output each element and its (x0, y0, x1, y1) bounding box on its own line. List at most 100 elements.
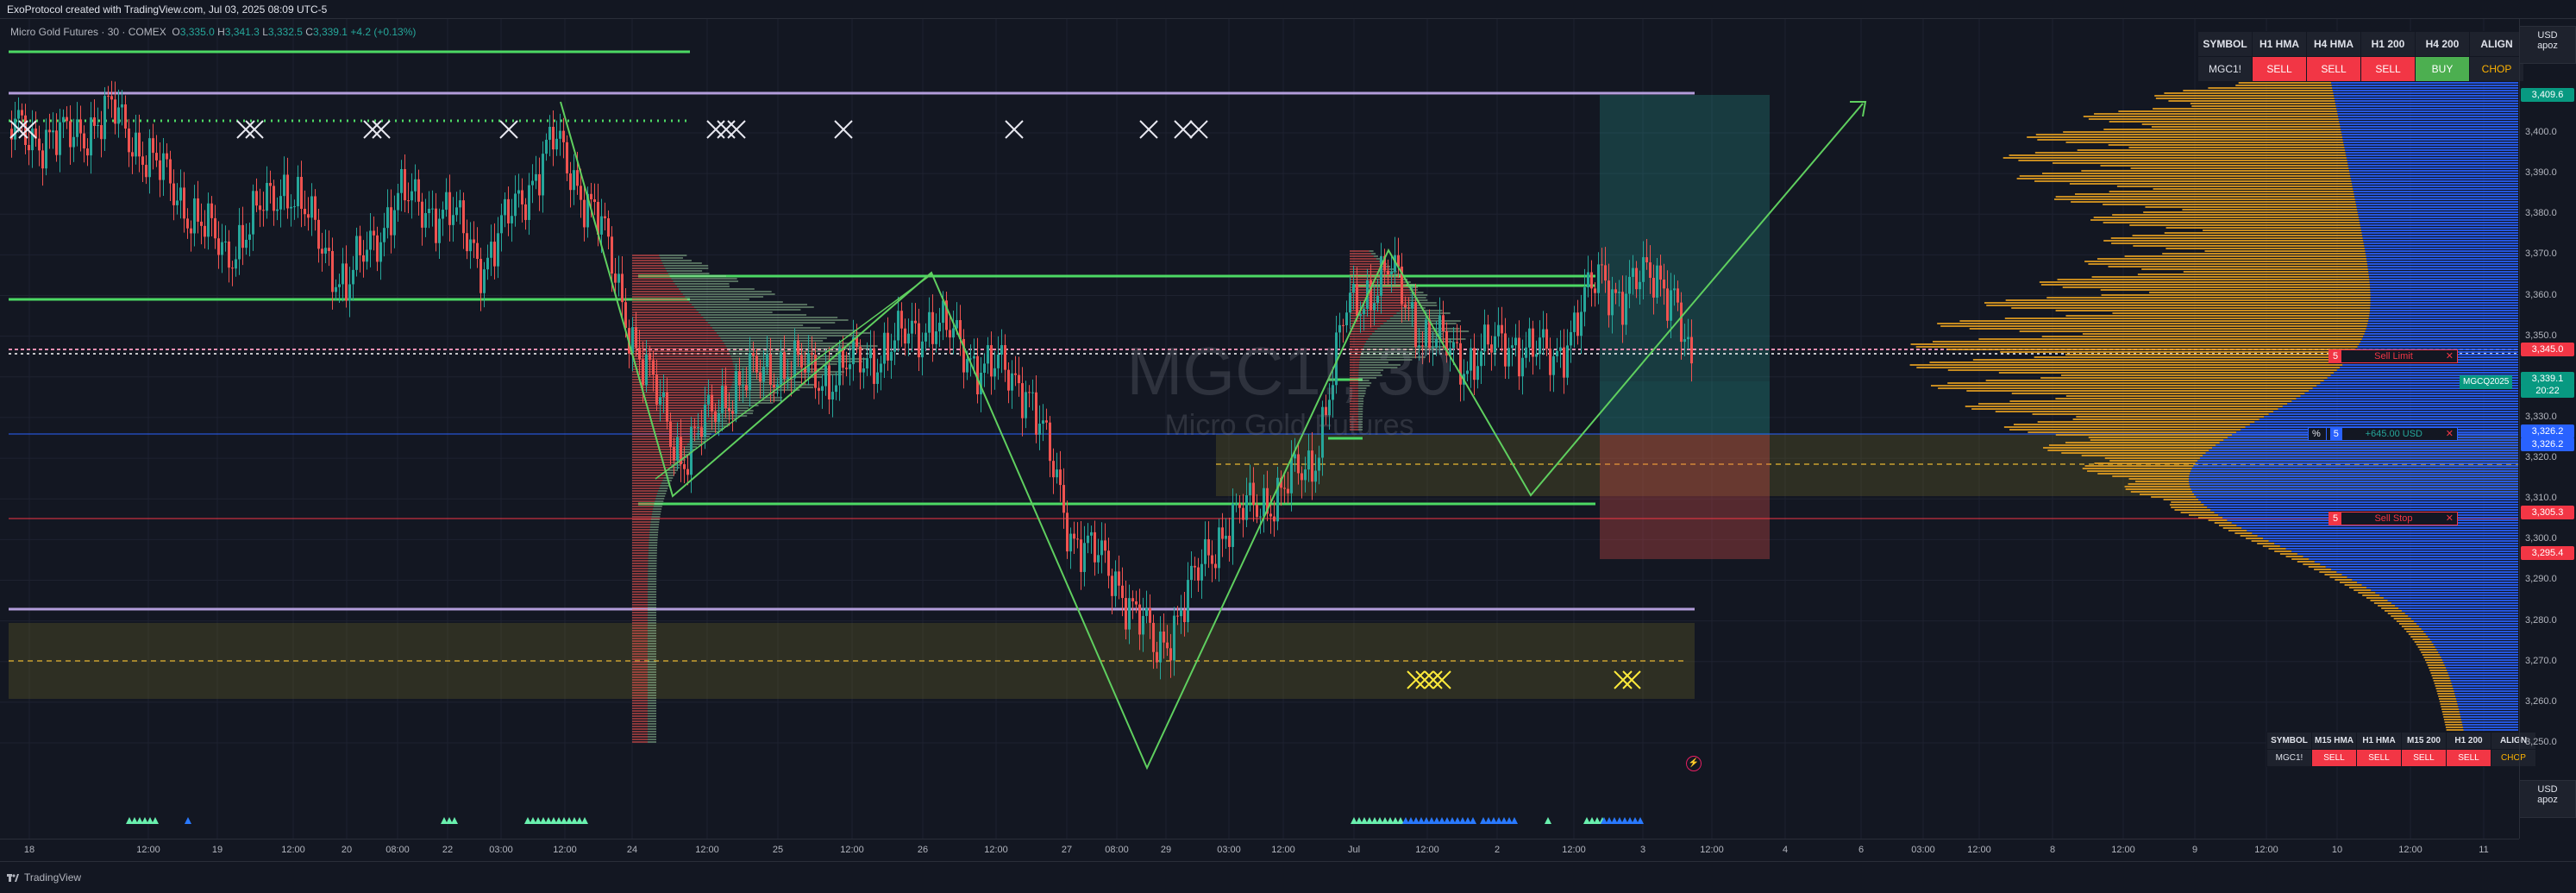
volume-bar-orange (2297, 561, 2315, 563)
candle-body (138, 132, 141, 157)
volume-bar-red (632, 619, 649, 621)
volume-bar-green (714, 330, 857, 331)
lightning-icon[interactable]: ⚡ (1686, 756, 1702, 771)
candle-body (1338, 324, 1341, 333)
candle-body (611, 236, 613, 274)
volume-bar-green (648, 612, 657, 613)
symbol-name[interactable]: Micro Gold Futures · 30 · COMEX (10, 26, 166, 38)
volume-bar-red (632, 586, 649, 588)
volume-bar-blue (2268, 540, 2518, 542)
volume-bar-blue (2366, 328, 2518, 330)
volume-bar-blue (2190, 486, 2518, 487)
candle-body (1487, 324, 1489, 345)
volume-bar-orange (2133, 245, 2365, 247)
volume-bar-blue (2368, 318, 2518, 319)
volume-bar-blue (2193, 465, 2518, 467)
volume-bar-green (1358, 377, 1377, 379)
volume-bar-blue (2431, 641, 2518, 643)
close-position-icon[interactable]: ✕ (2446, 427, 2454, 441)
volume-bar-orange (2412, 638, 2430, 640)
volume-bar-orange (2348, 587, 2366, 588)
volume-bar-blue (2196, 496, 2518, 498)
volume-bar-red (632, 573, 649, 575)
volume-bar-green (648, 547, 657, 549)
volume-bar-red (632, 544, 649, 546)
volume-bar-orange (2042, 173, 2350, 174)
volume-bar-red (1350, 424, 1358, 425)
currency-unit-box-top[interactable]: USD apoz (2519, 26, 2576, 64)
volume-bar-blue (2450, 680, 2518, 682)
volume-bar-green (652, 511, 661, 513)
candle-body (614, 274, 617, 283)
close-order-icon[interactable]: ✕ (2446, 512, 2454, 525)
candle-body (276, 209, 279, 211)
volume-bar-blue (2309, 558, 2518, 560)
volume-bar-red (632, 635, 649, 637)
volume-bar-blue (2340, 367, 2518, 368)
volume-bar-blue (2359, 219, 2518, 221)
time-axis-label: 12:00 (1562, 845, 1586, 855)
candle-body (352, 269, 354, 285)
candle-body (1418, 345, 1420, 348)
volume-bar-green (649, 529, 659, 531)
candle-body (1407, 307, 1410, 309)
volume-bar-red (632, 262, 663, 264)
candle-body (576, 170, 579, 186)
volume-bar-red (1350, 374, 1359, 376)
price-tag: 3,326.2 (2521, 424, 2574, 438)
volume-bar-orange (2441, 708, 2460, 710)
volume-bar-red (632, 519, 651, 520)
sell-stop-order[interactable]: 5 Sell Stop ✕ (2328, 512, 2458, 525)
volume-bar-blue (2352, 579, 2518, 581)
candle-body (821, 386, 824, 391)
sell-limit-order[interactable]: 5 Sell Limit ✕ (2328, 349, 2458, 363)
currency-unit-box-bottom[interactable]: USD apoz (2519, 780, 2576, 818)
volume-bar-blue (2425, 633, 2518, 635)
volume-bar-orange (2074, 193, 2354, 195)
price-axis[interactable]: 3,400.0 3,390.0 3,380.0 3,370.0 3,360.0 3,350… (2519, 19, 2576, 839)
volume-bar-green (1359, 359, 1413, 361)
volume-bar-orange (2214, 522, 2232, 524)
volume-bar-red (632, 508, 654, 510)
volume-bar-orange (2093, 217, 2359, 218)
price-chart[interactable] (0, 19, 2519, 839)
volume-bar-green (1358, 416, 1363, 418)
volume-bar-blue (2370, 299, 2518, 301)
volume-bar-blue (2370, 302, 2518, 304)
close-order-icon[interactable]: ✕ (2446, 349, 2454, 363)
volume-bar-blue (2395, 605, 2518, 607)
volume-bar-red (632, 632, 649, 634)
volume-bar-green (648, 682, 657, 683)
position-percent[interactable]: % (2312, 427, 2327, 441)
volume-bar-orange (2076, 416, 2265, 418)
candle-body (48, 129, 51, 133)
candle-body (83, 133, 85, 149)
candle-body (769, 354, 772, 385)
volume-bar-orange (2436, 690, 2454, 692)
time-axis[interactable]: 18 12:00 19 12:00 20 08:00 22 03:00 12:00 24 12:00… (0, 839, 2519, 861)
volume-bar-green (648, 666, 657, 668)
candle-body (448, 192, 451, 225)
volume-bar-blue (2449, 677, 2518, 679)
volume-bar-orange (2370, 600, 2388, 601)
volume-bar-orange (1938, 387, 2313, 389)
candle-body (1576, 312, 1579, 336)
candle-body (1225, 535, 1227, 539)
candle-body (583, 199, 586, 228)
volume-bar-orange (2430, 672, 2448, 674)
volume-bar-orange (2335, 579, 2353, 581)
candle-body (890, 351, 893, 361)
candle-body (573, 170, 575, 191)
volume-bar-green (679, 288, 755, 290)
volume-bar-blue (2249, 424, 2518, 425)
volume-bar-orange (2124, 255, 2366, 257)
volume-bar-red (632, 723, 648, 725)
position-order[interactable]: % 5 +645.00 USD ✕ (2308, 427, 2458, 441)
time-axis-label: 27 (1061, 845, 1073, 855)
candle-body (290, 206, 292, 209)
candle-body (1131, 598, 1134, 602)
volume-bar-green (1358, 418, 1363, 420)
volume-bar-green (1358, 398, 1363, 399)
volume-bar-red (1350, 255, 1374, 257)
candle-body (1611, 289, 1614, 316)
